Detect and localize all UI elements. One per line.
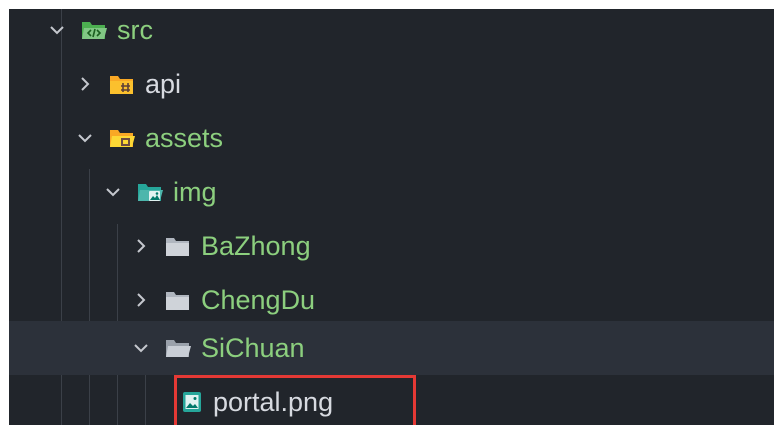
tree-item-src[interactable]: src	[9, 9, 774, 57]
chevron-down-icon[interactable]	[103, 182, 123, 202]
tree-item-label: api	[145, 68, 182, 99]
tree-item-api[interactable]: api	[9, 57, 774, 111]
tree-item-label: BaZhong	[201, 230, 311, 261]
tree-item-img[interactable]: img	[9, 165, 774, 219]
tree-item-chengdu[interactable]: ChengDu	[9, 273, 774, 327]
image-file-icon	[179, 391, 201, 413]
tree-item-portal-png[interactable]: portal.png	[9, 375, 774, 425]
folder-images-open-icon	[137, 181, 163, 203]
chevron-right-icon[interactable]	[131, 290, 151, 310]
folder-open-icon	[165, 337, 191, 359]
tree-item-label: ChengDu	[201, 284, 316, 315]
tree-item-label: SiChuan	[201, 332, 305, 363]
tree-item-assets[interactable]: assets	[9, 111, 774, 165]
tree-item-label: portal.png	[213, 386, 334, 417]
chevron-right-icon[interactable]	[131, 236, 151, 256]
folder-assets-open-icon	[109, 127, 135, 149]
tree-item-label: assets	[145, 122, 224, 153]
folder-src-open-icon	[81, 19, 107, 41]
chevron-right-icon[interactable]	[75, 74, 95, 94]
folder-api-icon	[109, 73, 135, 95]
chevron-down-icon[interactable]	[131, 338, 151, 358]
tree-item-bazhong[interactable]: BaZhong	[9, 219, 774, 273]
tree-item-label: img	[173, 176, 217, 207]
folder-icon	[165, 235, 191, 257]
file-explorer-tree: src api assets img BaZhong ChengDu SiChu…	[9, 9, 774, 425]
tree-item-label: src	[117, 14, 153, 45]
folder-icon	[165, 289, 191, 311]
chevron-down-icon[interactable]	[47, 20, 67, 40]
tree-item-sichuan[interactable]: SiChuan	[9, 321, 774, 375]
chevron-down-icon[interactable]	[75, 128, 95, 148]
